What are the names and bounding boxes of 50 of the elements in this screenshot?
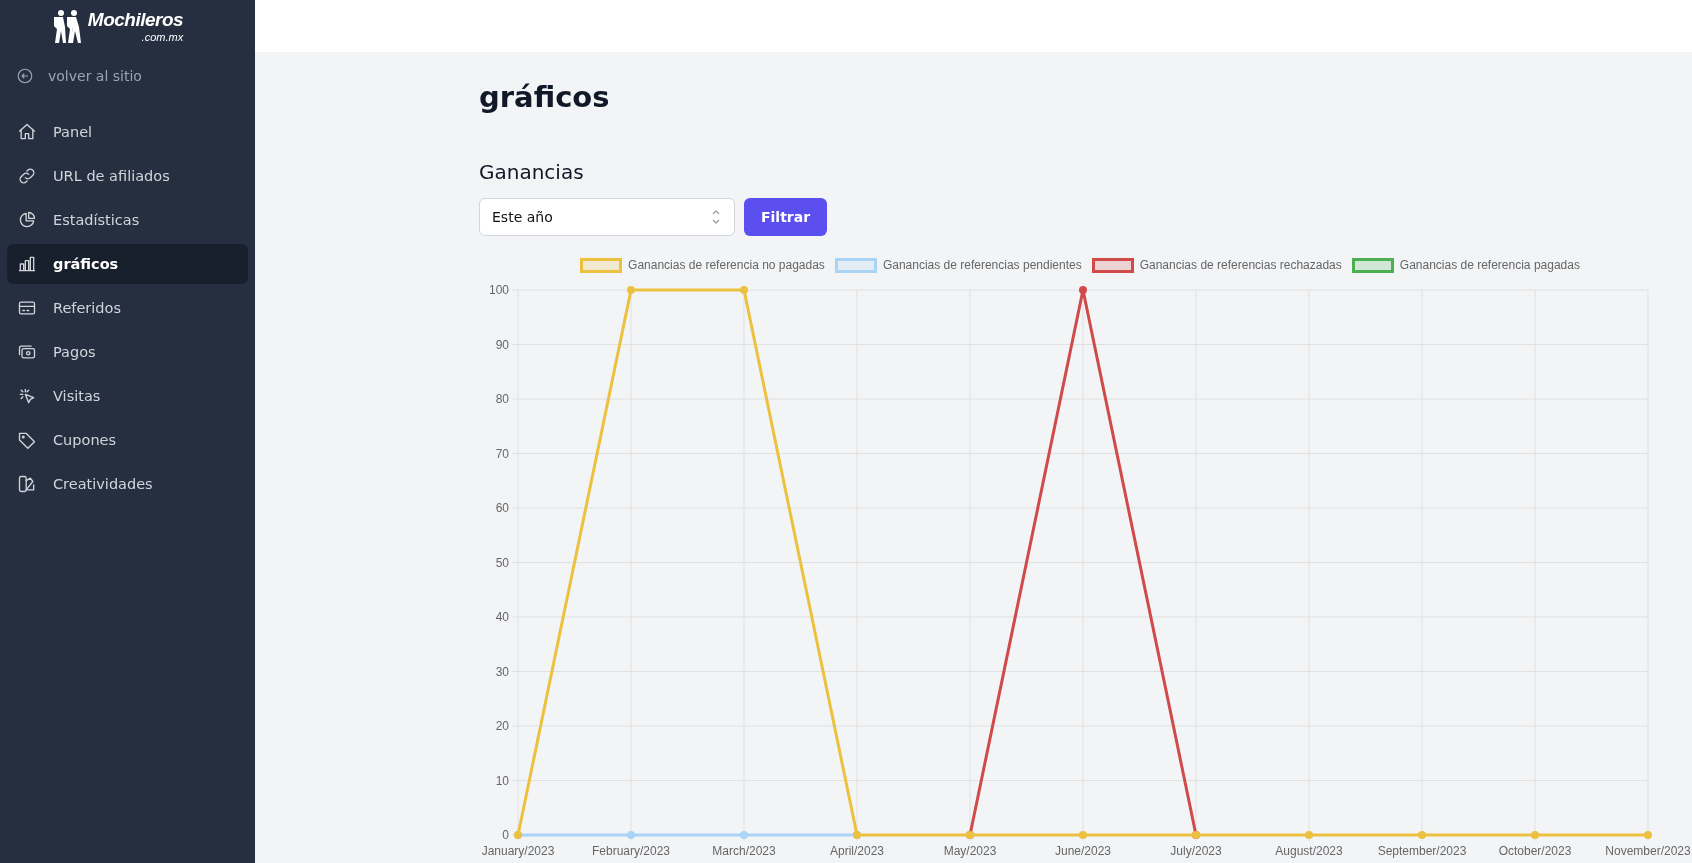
tag-icon: [17, 430, 37, 450]
logo-domain: .com.mx: [141, 31, 184, 43]
legend-label[interactable]: Ganancias de referencias rechazadas: [1139, 258, 1342, 272]
y-axis-label: 100: [488, 283, 509, 297]
y-axis-label: 40: [495, 610, 509, 624]
swatch-icon: [17, 474, 37, 494]
x-axis-label: July/2023: [1170, 844, 1222, 858]
x-axis-label: August/2023: [1275, 844, 1343, 858]
x-axis-label: February/2023: [592, 844, 670, 858]
nav-item[interactable]: Estadísticas: [7, 200, 248, 240]
y-axis-label: 10: [495, 773, 509, 788]
nav-item[interactable]: Panel: [7, 112, 248, 152]
click-icon: [17, 386, 37, 406]
y-axis-label: 60: [495, 501, 509, 515]
filter-button[interactable]: Filtrar: [744, 198, 828, 236]
y-axis-label: 0: [502, 828, 509, 842]
pie-icon: [17, 210, 37, 230]
link-icon: [17, 166, 37, 186]
x-axis-label: January/2023: [481, 844, 555, 858]
logo-wordmark: Mochileros: [87, 9, 184, 31]
y-axis-label: 80: [495, 392, 509, 406]
y-axis-label: 90: [495, 337, 509, 352]
legend-label[interactable]: Ganancias de referencias pendientes: [882, 258, 1082, 272]
y-axis-label: 30: [495, 664, 509, 679]
home-icon: [17, 122, 37, 142]
bars-icon: [17, 254, 37, 274]
y-axis-label: 50: [495, 555, 509, 570]
x-axis-label: April/2023: [830, 844, 884, 858]
x-axis-label: May/2023: [943, 844, 997, 858]
x-axis-label: October/2023: [1498, 844, 1572, 858]
x-axis-label: September/2023: [1377, 844, 1467, 858]
x-axis-label: March/2023: [712, 844, 776, 858]
nav-item[interactable]: Pagos: [7, 332, 248, 372]
nav-item[interactable]: Creatividades: [7, 464, 248, 504]
chevron-updown-icon: [710, 208, 722, 226]
nav-item[interactable]: Referidos: [7, 288, 248, 328]
back-link[interactable]: volver al sitio: [7, 54, 248, 98]
nav-item[interactable]: Visitas: [7, 376, 248, 416]
nav-item[interactable]: Cupones: [7, 420, 248, 460]
period-select[interactable]: Este año: [479, 198, 735, 236]
nav-item[interactable]: URL de afiliados: [7, 156, 248, 196]
legend-label[interactable]: Ganancias de referencia pagadas: [1399, 258, 1580, 272]
x-axis-label: June/2023: [1054, 844, 1112, 858]
legend-label[interactable]: Ganancias de referencia no pagadas: [628, 258, 825, 272]
nav-item[interactable]: gráficos: [7, 244, 248, 284]
x-axis-label: November/2023: [1605, 844, 1691, 858]
section-title: Ganancias: [479, 160, 585, 184]
page-title: gráficos: [479, 80, 611, 114]
y-axis-label: 20: [495, 719, 509, 733]
y-axis-label: 70: [495, 446, 509, 461]
